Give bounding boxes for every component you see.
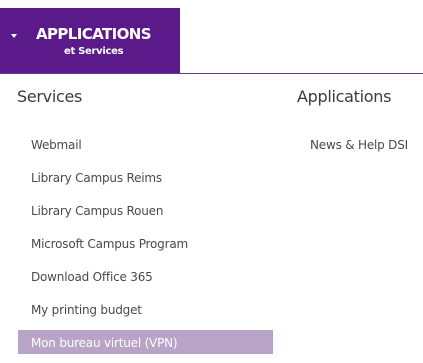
applications-item-news-help[interactable]: News & Help DSI (310, 137, 408, 153)
services-item-microsoft-campus[interactable]: Microsoft Campus Program (0, 231, 273, 255)
services-item-webmail[interactable]: Webmail (0, 132, 273, 156)
menu-subtitle: et Services (64, 46, 124, 57)
services-heading: Services (17, 87, 83, 106)
applications-menu-screen: APPLICATIONS et Services Services Applic… (0, 0, 423, 363)
services-item-library-reims[interactable]: Library Campus Reims (0, 165, 273, 189)
caret-down-icon (11, 34, 17, 38)
applications-menu-button[interactable]: APPLICATIONS et Services (0, 8, 180, 73)
dropdown-panel: Services Applications Webmail Library Ca… (0, 74, 423, 363)
header-bar-right (180, 8, 423, 73)
services-item-vpn[interactable]: Mon bureau virtuel (VPN) (18, 330, 273, 354)
applications-heading: Applications (297, 87, 392, 106)
top-strip (0, 0, 423, 8)
menu-title: APPLICATIONS (36, 25, 152, 43)
services-item-printing-budget[interactable]: My printing budget (0, 297, 273, 321)
services-item-download-office[interactable]: Download Office 365 (0, 264, 273, 288)
services-item-library-rouen[interactable]: Library Campus Rouen (0, 198, 273, 222)
